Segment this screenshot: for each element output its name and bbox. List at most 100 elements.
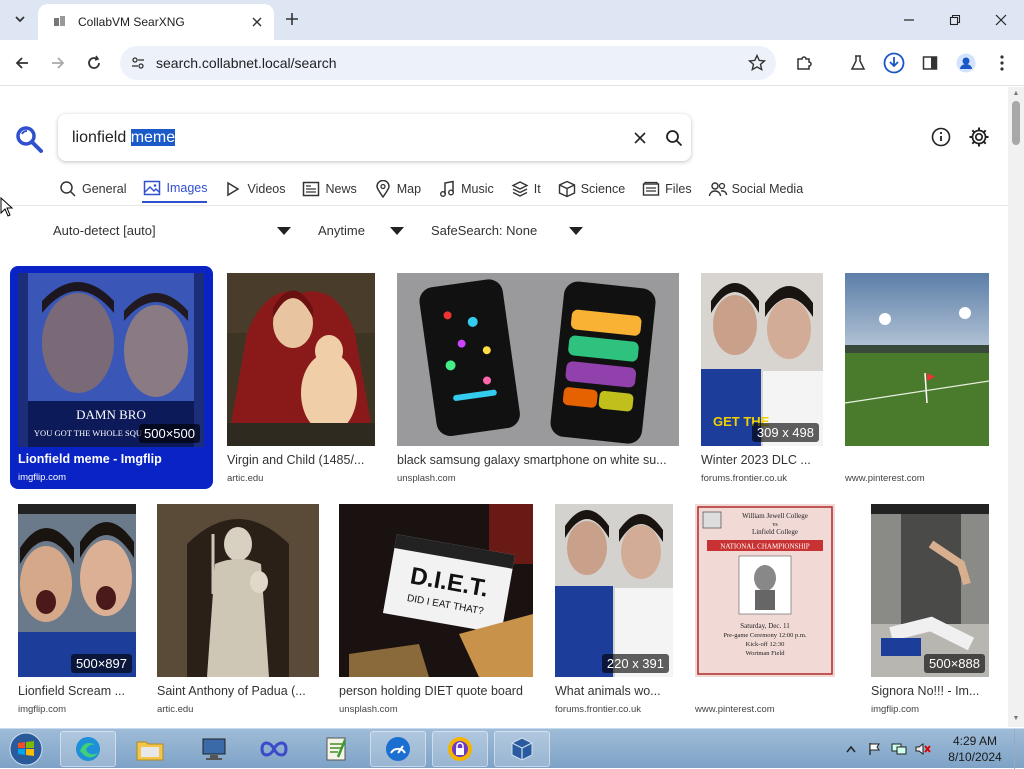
result-source[interactable]: forums.frontier.co.uk [701,473,787,484]
image-result[interactable]: 500×897 Lionfield Scream ... imgflip.com [18,504,138,715]
tab-search-button[interactable] [8,7,32,31]
result-source[interactable]: unsplash.com [397,473,456,484]
tab-map[interactable]: Map [373,175,421,203]
language-select[interactable]: Auto-detect [auto] [53,219,293,241]
time-range-select[interactable]: Anytime [318,219,408,241]
about-button[interactable] [928,124,954,150]
clear-search-button[interactable] [623,121,657,155]
result-title[interactable]: Lionfield Scream ... [18,684,136,698]
result-title[interactable]: Virgin and Child (1485/... [227,453,375,467]
tab-files[interactable]: Files [641,175,692,203]
image-result[interactable]: GET THE 309 x 498 Winter 2023 DLC ... fo… [701,273,825,484]
show-desktop-button[interactable] [1014,729,1024,769]
image-result[interactable]: 500×888 Signora No!!! - Im... imgflip.co… [871,504,991,715]
tab-images[interactable]: Images [142,175,208,203]
url-text[interactable]: search.collabnet.local/search [156,55,742,71]
result-thumbnail[interactable]: GET THE 309 x 498 [701,273,823,446]
back-button[interactable] [10,51,34,75]
browser-tab[interactable]: CollabVM SearXNG [38,4,274,40]
profile-button[interactable] [954,51,978,75]
result-source[interactable]: imgflip.com [18,704,66,715]
flag-icon[interactable] [866,740,884,758]
result-thumbnail[interactable]: DAMN BRO YOU GOT THE WHOLE SQU 500×500 [18,273,204,447]
result-thumbnail[interactable] [157,504,319,677]
result-title[interactable]: Signora No!!! - Im... [871,684,989,698]
tab-social-media[interactable]: Social Media [708,175,803,203]
taskbar-edge-button[interactable] [60,731,116,767]
searxng-logo-icon[interactable] [14,124,44,154]
taskbar-app-button[interactable] [246,731,302,767]
result-source[interactable]: www.pinterest.com [845,473,925,484]
taskbar-browser-button[interactable] [432,731,488,767]
result-thumbnail[interactable]: 220 x 391 [555,504,673,677]
result-title[interactable]: Saint Anthony of Padua (... [157,684,321,698]
search-input[interactable]: lionfield meme [72,128,623,147]
labs-button[interactable] [846,51,870,75]
result-source[interactable]: artic.edu [227,473,263,484]
network-icon[interactable] [890,740,908,758]
image-result[interactable]: D.I.E.T. DID I EAT THAT? person holding … [339,504,535,715]
show-hidden-icons-icon[interactable] [842,740,860,758]
result-source[interactable]: imgflip.com [871,704,919,715]
tab-music[interactable]: Music [437,175,494,203]
safesearch-select[interactable]: SafeSearch: None [431,219,591,241]
tab-science[interactable]: Science [557,175,625,203]
taskbar-speedtest-button[interactable] [370,731,426,767]
close-window-button[interactable] [978,0,1024,40]
reload-button[interactable] [82,51,106,75]
downloads-button[interactable] [882,51,906,75]
result-title[interactable]: black samsung galaxy smartphone on white… [397,453,681,467]
result-thumbnail[interactable]: William Jewell College vs Linfield Colle… [695,504,835,677]
result-title[interactable]: person holding DIET quote board [339,684,535,698]
taskbar-notepadpp-button[interactable] [308,731,364,767]
result-thumbnail[interactable] [845,273,989,446]
search-submit-button[interactable] [657,121,691,155]
result-title[interactable]: Lionfield meme - Imgflip [18,452,208,466]
result-thumbnail[interactable]: D.I.E.T. DID I EAT THAT? [339,504,533,677]
page-scrollbar[interactable]: ▲ ▼ [1008,87,1024,727]
site-info-icon[interactable] [130,55,146,71]
start-button[interactable] [6,731,46,767]
tab-news[interactable]: News [301,175,357,203]
image-result[interactable]: William Jewell College vs Linfield Colle… [695,504,845,715]
taskbar-explorer-button[interactable] [122,731,178,767]
result-thumbnail[interactable]: 500×888 [871,504,989,677]
tab-general[interactable]: General [58,175,126,203]
volume-muted-icon[interactable] [914,740,932,758]
preferences-button[interactable] [966,124,992,150]
new-tab-button[interactable] [282,9,302,29]
minimize-button[interactable] [886,0,932,40]
image-result[interactable]: DAMN BRO YOU GOT THE WHOLE SQU 500×500 L… [10,266,213,489]
result-thumbnail[interactable] [397,273,679,446]
scroll-down-icon[interactable]: ▼ [1012,715,1020,723]
result-source[interactable]: artic.edu [157,704,193,715]
tab-close-button[interactable] [248,13,266,31]
image-result[interactable]: black samsung galaxy smartphone on white… [397,273,681,484]
search-box[interactable]: lionfield meme [58,114,691,161]
menu-button[interactable] [990,51,1014,75]
tab-videos[interactable]: Videos [223,175,285,203]
result-source[interactable]: www.pinterest.com [695,704,775,715]
result-source[interactable]: forums.frontier.co.uk [555,704,641,715]
taskbar-computer-button[interactable] [186,731,242,767]
extensions-button[interactable] [792,51,816,75]
result-thumbnail[interactable]: 500×897 [18,504,136,677]
bookmark-star-icon[interactable] [742,48,772,78]
restore-button[interactable] [932,0,978,40]
taskbar-virtualbox-button[interactable] [494,731,550,767]
image-result[interactable]: Saint Anthony of Padua (... artic.edu [157,504,321,715]
taskbar-clock[interactable]: 4:29 AM 8/10/2024 [940,733,1010,765]
tab-it[interactable]: It [510,175,541,203]
image-result[interactable]: www.pinterest.com [845,273,991,484]
image-result[interactable]: 220 x 391 What animals wo... forums.fron… [555,504,675,715]
result-title[interactable]: What animals wo... [555,684,673,698]
result-source[interactable]: imgflip.com [18,472,66,483]
scroll-up-icon[interactable]: ▲ [1012,90,1020,98]
result-source[interactable]: unsplash.com [339,704,398,715]
result-title[interactable]: Winter 2023 DLC ... [701,453,825,467]
scrollbar-thumb[interactable] [1012,101,1020,145]
side-panel-button[interactable] [918,51,942,75]
result-thumbnail[interactable] [227,273,375,446]
address-bar[interactable]: search.collabnet.local/search [120,46,776,80]
image-result[interactable]: Virgin and Child (1485/... artic.edu [227,273,377,484]
